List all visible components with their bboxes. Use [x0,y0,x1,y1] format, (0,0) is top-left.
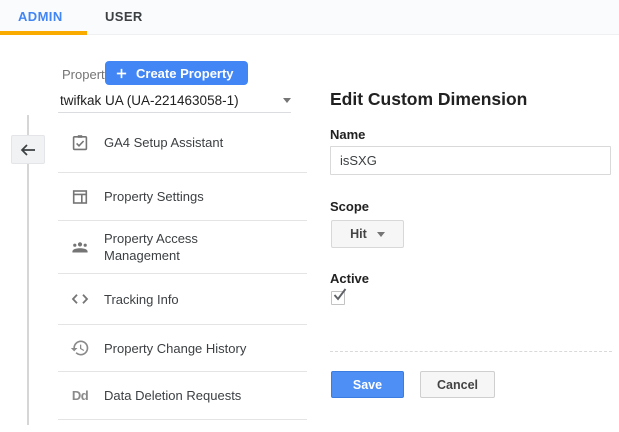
history-icon [70,338,90,358]
menu-item-tracking-info[interactable]: Tracking Info [58,274,307,325]
scope-dropdown[interactable]: Hit [331,220,404,248]
chevron-down-icon [377,232,385,237]
menu-item-label: Data Deletion Requests [104,387,241,404]
scope-dropdown-value: Hit [350,227,367,241]
menu-item-label: GA4 Setup Assistant [104,134,223,151]
chevron-down-icon [283,98,291,103]
menu-item-property-settings[interactable]: Property Settings [58,173,307,221]
property-menu: GA4 Setup Assistant Property Settings [58,113,307,420]
save-button[interactable]: Save [331,371,404,398]
tab-admin[interactable]: ADMIN [18,0,63,34]
property-selector[interactable]: twifkak UA (UA-221463058-1) [60,89,291,111]
menu-item-data-deletion-requests[interactable]: Dd Data Deletion Requests [58,372,307,420]
plus-icon [115,67,128,80]
edit-custom-dimension-title: Edit Custom Dimension [330,89,527,110]
menu-item-label: Property Settings [104,188,204,205]
checkmark-icon [331,287,348,302]
arrow-left-icon [19,143,37,157]
clipboard-check-icon [70,133,90,153]
cancel-button[interactable]: Cancel [420,371,495,398]
name-label: Name [330,127,365,142]
property-selector-value: twifkak UA (UA-221463058-1) [60,93,239,108]
tab-user[interactable]: USER [105,0,143,34]
menu-item-label: Property Access Management [104,230,262,264]
create-property-button[interactable]: Create Property [105,61,248,85]
active-checkbox[interactable] [331,291,345,305]
create-property-button-label: Create Property [136,66,234,81]
menu-item-property-access-management[interactable]: Property Access Management [58,221,307,274]
property-label: Property [62,67,111,82]
active-label: Active [330,271,369,286]
active-tab-indicator [0,31,87,35]
back-button[interactable] [11,135,45,164]
name-input[interactable] [330,146,611,175]
form-divider [330,351,612,352]
scope-label: Scope [330,199,369,214]
menu-item-label: Tracking Info [104,291,179,308]
ga-admin-page: ADMIN USER Property Create Property twif… [0,0,619,432]
menu-item-property-change-history[interactable]: Property Change History [58,325,307,372]
layout-window-icon [70,187,90,207]
tab-bar: ADMIN USER [0,0,619,35]
menu-item-ga4-setup-assistant[interactable]: GA4 Setup Assistant [58,113,307,173]
menu-item-label: Property Change History [104,340,246,357]
people-icon [70,237,90,257]
dd-letters-icon: Dd [70,386,90,406]
code-icon [70,289,90,309]
